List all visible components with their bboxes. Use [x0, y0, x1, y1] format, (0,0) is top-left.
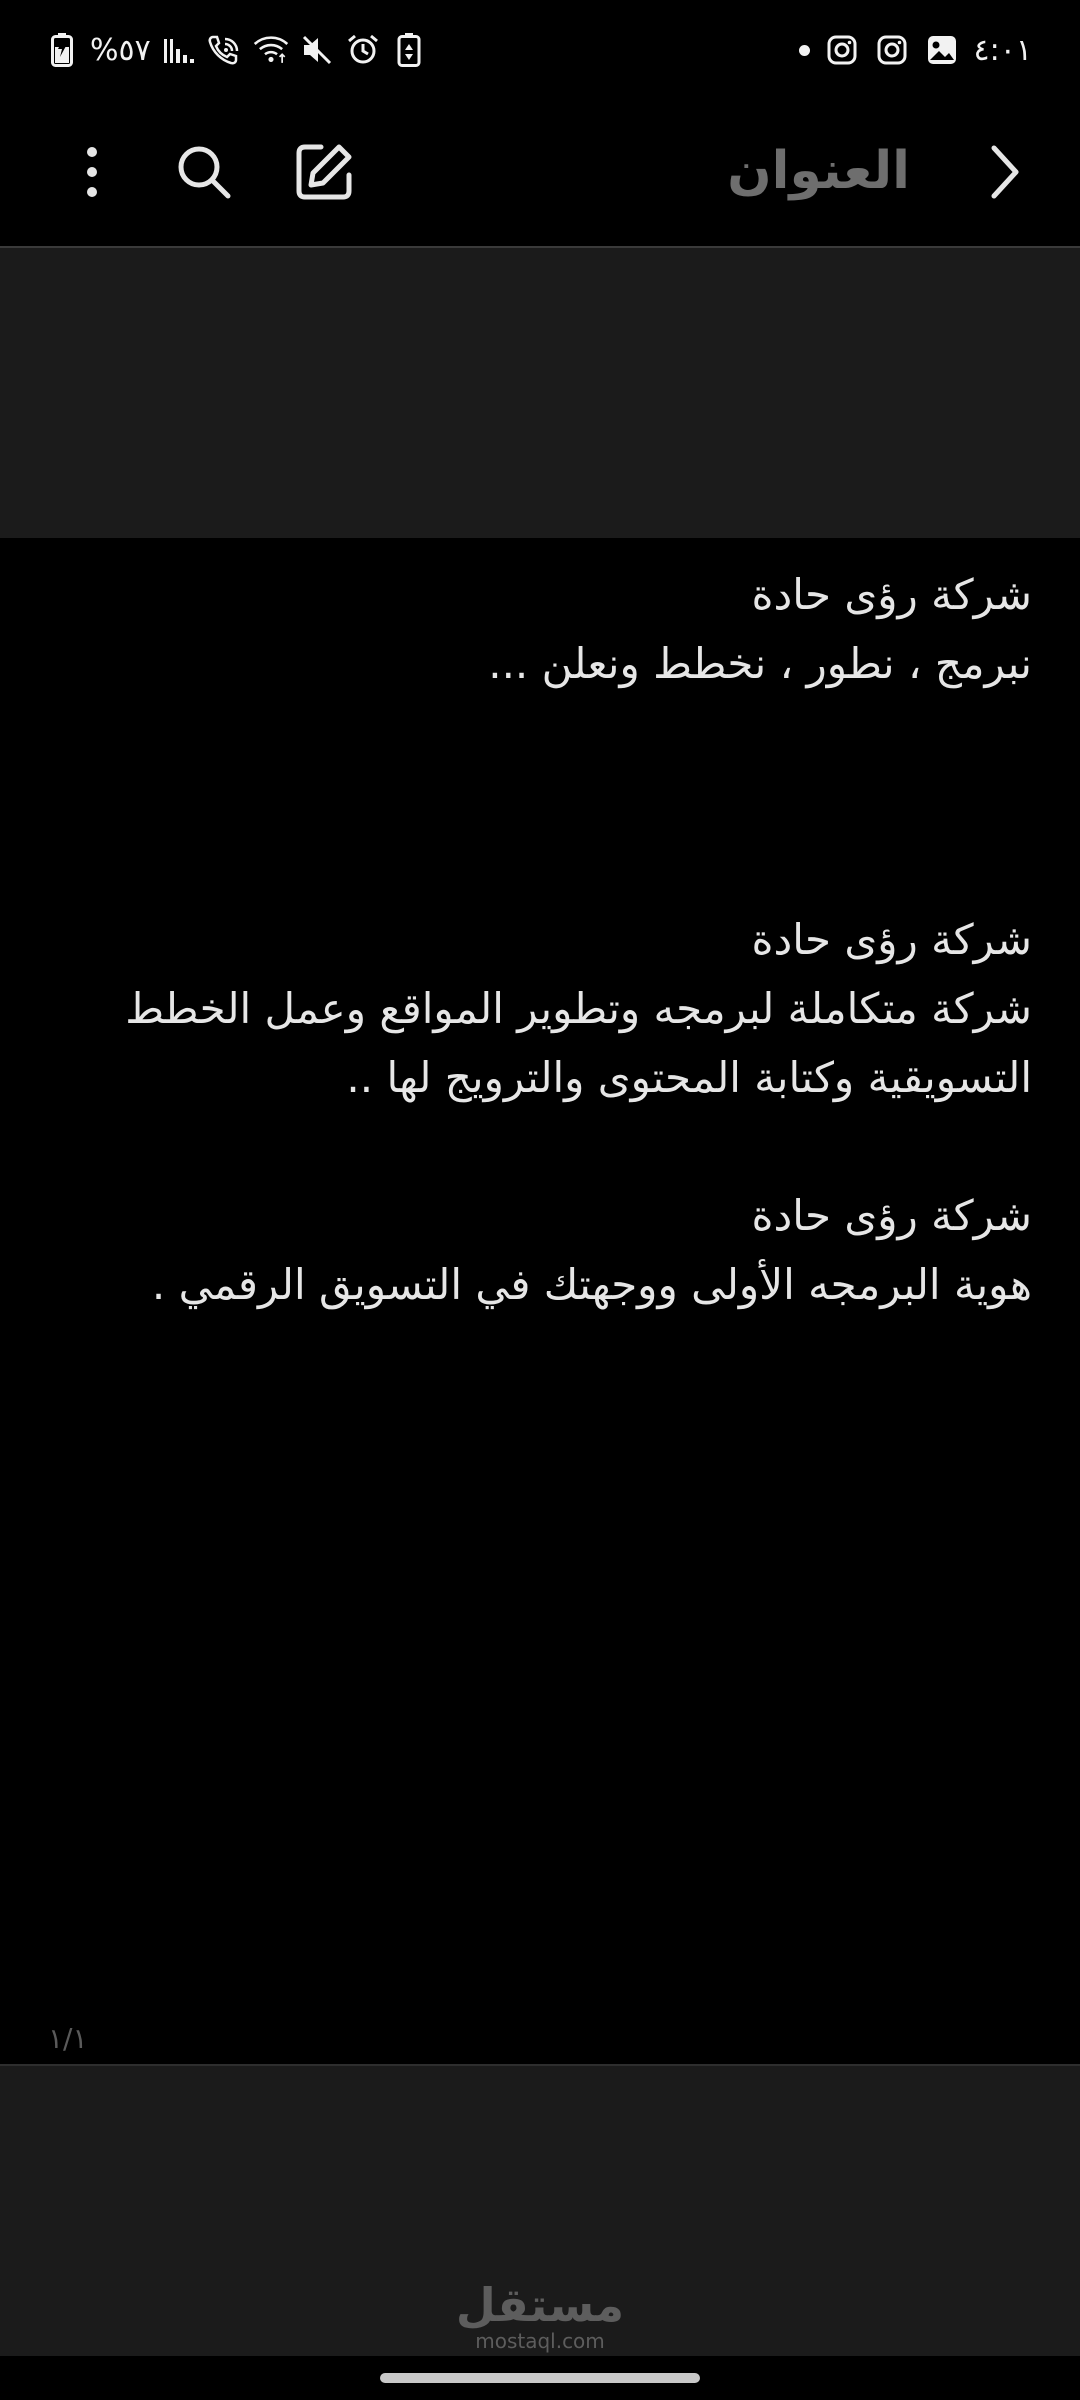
note-blank-line	[100, 698, 1032, 767]
battery-icon	[44, 32, 80, 68]
watermark-latin: mostaql.com	[475, 2329, 605, 2353]
wifi-calling-icon	[207, 32, 243, 68]
note-line: شركة متكاملة لبرمجه وتطوير المواقع وعمل …	[125, 984, 1032, 1033]
more-options-button[interactable]	[56, 136, 128, 208]
note-content[interactable]: شركة رؤى حادة نبرمج ، نطور ، نخطط ونعلن .…	[100, 560, 1032, 1319]
battery-percent: %٥٧	[90, 32, 151, 68]
navigation-handle[interactable]	[380, 2373, 700, 2383]
search-button[interactable]	[168, 136, 240, 208]
note-line: شركة رؤى حادة	[751, 1191, 1033, 1240]
alarm-icon	[345, 32, 381, 68]
instagram-icon	[824, 32, 860, 68]
instagram-icon	[874, 32, 910, 68]
header-band	[0, 248, 1080, 538]
chevron-right-icon	[991, 145, 1019, 199]
edit-icon	[296, 144, 352, 200]
battery-saver-icon	[391, 32, 427, 68]
note-line: نبرمج ، نطور ، نخطط ونعلن ...	[488, 639, 1032, 688]
back-button[interactable]	[968, 136, 1040, 208]
note-line: شركة رؤى حادة	[751, 915, 1033, 964]
watermark-logo: مستقل mostaql.com	[0, 2280, 1080, 2352]
title-input[interactable]: العنوان	[450, 126, 910, 216]
note-blank-line	[100, 836, 1032, 905]
page-indicator: ١/١	[48, 2022, 88, 2055]
status-bar: ٤:٠١ %٥٧	[0, 0, 1080, 100]
more-vertical-icon	[87, 147, 97, 197]
status-bar-right: ٤:٠١	[798, 28, 1032, 72]
mute-icon	[299, 32, 335, 68]
wifi-icon	[253, 32, 289, 68]
note-blank-line	[100, 767, 1032, 836]
note-line: هوية البرمجه الأولى ووجهتك في التسويق ال…	[151, 1260, 1032, 1309]
signal-icon	[161, 32, 197, 68]
status-time: ٤:٠١	[973, 32, 1032, 68]
note-toolbar: العنوان	[0, 100, 1080, 248]
search-icon	[178, 146, 231, 199]
note-line: شركة رؤى حادة	[751, 570, 1033, 619]
status-bar-left: %٥٧	[44, 28, 427, 72]
note-line: التسويقية وكتابة المحتوى والترويج لها ..	[346, 1053, 1032, 1102]
watermark-arabic: مستقل	[455, 2278, 625, 2332]
edit-button[interactable]	[288, 136, 360, 208]
gallery-icon	[924, 32, 960, 68]
note-blank-line	[100, 1112, 1032, 1181]
notification-dot-icon	[798, 44, 810, 56]
